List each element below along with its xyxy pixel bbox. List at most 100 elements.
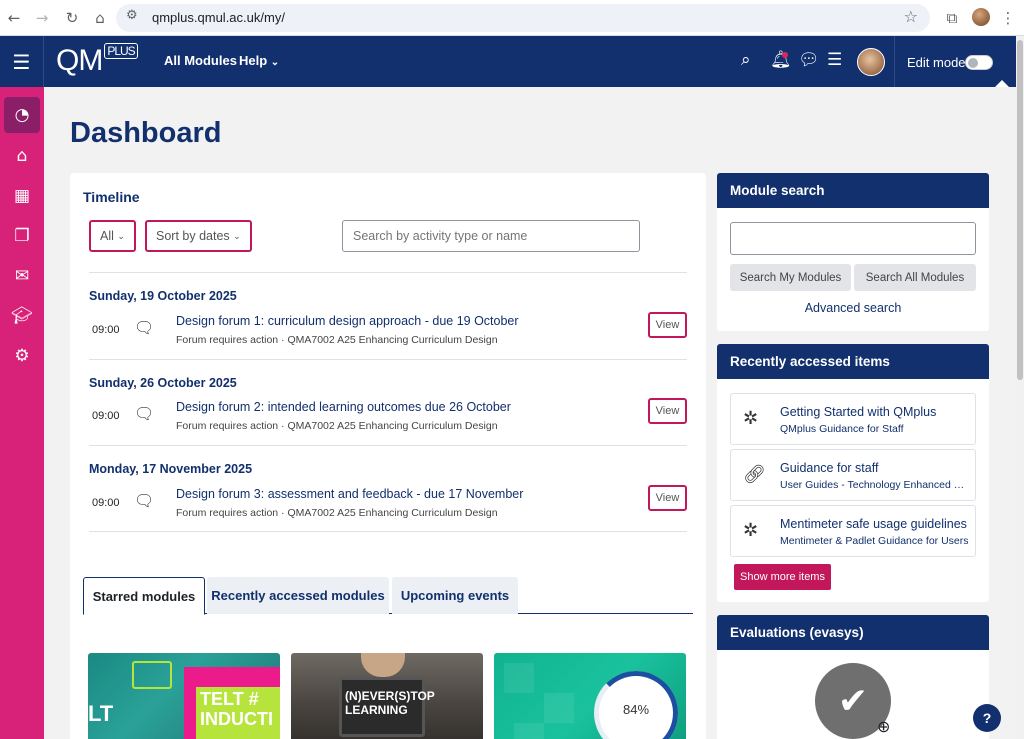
graduation-cap-icon[interactable]: 🎓︎ — [4, 298, 40, 334]
page-scrollbar[interactable] — [1016, 36, 1024, 739]
qmplus-logo[interactable]: QM PLUS — [56, 43, 138, 78]
hamburger-menu-icon[interactable]: ☰ — [0, 36, 44, 87]
back-icon[interactable]: ← — [4, 8, 24, 28]
hub-icon: ✲ — [743, 408, 759, 429]
messages-icon[interactable]: 💬︎ — [798, 50, 820, 70]
dashboard-icon[interactable]: ◔ — [4, 97, 40, 133]
search-icon[interactable]: ⌕ — [741, 50, 751, 70]
course-card-progress[interactable]: 84% — [494, 653, 686, 739]
module-search-heading: Module search — [717, 173, 989, 208]
divider — [89, 445, 687, 446]
sort-dropdown[interactable]: Sort by dates ⌄ — [145, 220, 252, 252]
event-subtitle: Forum requires action · QMA7002 A25 Enha… — [176, 420, 498, 432]
list-icon[interactable]: ☰ — [827, 50, 842, 70]
pattern-tile — [544, 693, 574, 723]
browser-toolbar: ← → ↻ ⌂ ⚙ qmplus.qmul.ac.uk/my/ ☆ ⧉ ⋮ — [0, 0, 1024, 36]
pattern-tile — [504, 663, 534, 693]
course-image-label: TELT # INDUCTI — [200, 689, 273, 729]
forward-icon[interactable]: → — [32, 8, 52, 28]
content-bank-icon[interactable]: ❐ — [4, 218, 40, 254]
recent-item[interactable]: ✲ Mentimeter safe usage guidelines Menti… — [730, 505, 976, 557]
divider — [89, 531, 687, 532]
help-button[interactable]: ? — [973, 704, 1001, 732]
drawer-caret — [995, 80, 1009, 87]
settings-icon[interactable]: ⚙ — [4, 338, 40, 374]
url-text: qmplus.qmul.ac.uk/my/ — [152, 10, 285, 25]
site-settings-icon[interactable]: ⚙ — [126, 8, 138, 23]
profile-avatar[interactable] — [972, 8, 990, 26]
inbox-icon[interactable]: ✉ — [4, 258, 40, 294]
link-icon: 🔗︎ — [743, 464, 766, 485]
left-rail: ◔ ⌂ ▦ ❐ ✉ 🎓︎ ⚙ — [0, 87, 44, 739]
module-search-body: Search My Modules Search All Modules Adv… — [717, 208, 989, 331]
view-button[interactable]: View — [648, 398, 687, 424]
course-card-never-stop-learning[interactable]: (N)EVER(S)TOP LEARNING — [291, 653, 483, 739]
event-time: 09:00 — [92, 497, 120, 509]
event-time: 09:00 — [92, 410, 120, 422]
event-link[interactable]: Design forum 1: curriculum design approa… — [176, 314, 519, 328]
reload-icon[interactable]: ↻ — [62, 8, 82, 28]
recently-accessed-heading: Recently accessed items — [717, 344, 989, 379]
edit-mode-toggle[interactable] — [965, 55, 993, 70]
recent-item-subtitle: QMplus Guidance for Staff — [780, 423, 904, 435]
view-button[interactable]: View — [648, 312, 687, 338]
timeline-search-input[interactable] — [342, 220, 640, 252]
progress-ring: 84% — [594, 671, 678, 739]
timeline-date: Sunday, 26 October 2025 — [89, 376, 237, 390]
user-avatar[interactable] — [857, 48, 885, 76]
timeline-date: Monday, 17 November 2025 — [89, 462, 253, 476]
forum-icon: 🗨︎ — [134, 318, 155, 337]
top-navbar: ☰ QM PLUS All Modules Help ⌄ ⌕ 🔔︎ 💬︎ ☰ Ed… — [0, 36, 1016, 87]
filter-all-label: All — [100, 229, 114, 243]
menu-icon[interactable]: ⋮ — [998, 8, 1018, 28]
module-search-input[interactable] — [730, 222, 976, 255]
search-my-modules-button[interactable]: Search My Modules — [730, 264, 851, 291]
zoom-icon[interactable]: ⊕ — [877, 717, 890, 736]
divider — [89, 272, 687, 273]
course-image-text: LT — [88, 701, 114, 726]
show-more-items-button[interactable]: Show more items — [734, 564, 831, 590]
home-icon[interactable]: ⌂ — [4, 138, 40, 174]
tab-recently-accessed-modules[interactable]: Recently accessed modules — [207, 577, 389, 614]
bookmark-star-icon[interactable]: ☆ — [904, 7, 918, 26]
search-all-modules-button[interactable]: Search All Modules — [854, 264, 976, 291]
page-title: Dashboard — [70, 117, 222, 149]
hub-icon: ✲ — [743, 520, 759, 541]
toggle-knob — [968, 58, 978, 68]
chevron-down-icon: ⌄ — [233, 230, 241, 241]
recent-item[interactable]: 🔗︎ Guidance for staff User Guides - Tech… — [730, 449, 976, 501]
help-label: Help — [239, 53, 268, 68]
calendar-icon[interactable]: ▦ — [4, 178, 40, 214]
timeline-date: Sunday, 19 October 2025 — [89, 289, 237, 303]
evaluations-block: Evaluations (evasys) ✔ ⊕ — [717, 615, 989, 739]
pattern-tile — [514, 723, 544, 739]
recent-item-subtitle: Mentimeter & Padlet Guidance for Users — [780, 535, 969, 547]
event-time: 09:00 — [92, 324, 120, 336]
tab-upcoming-events[interactable]: Upcoming events — [392, 577, 518, 614]
recent-item[interactable]: ✲ Getting Started with QMplus QMplus Gui… — [730, 393, 976, 445]
advanced-search-link[interactable]: Advanced search — [717, 301, 989, 315]
tab-starred-modules[interactable]: Starred modules — [83, 577, 205, 615]
recent-item-title: Guidance for staff — [780, 461, 879, 475]
notification-bell-icon[interactable]: 🔔︎ — [770, 50, 792, 70]
event-subtitle: Forum requires action · QMA7002 A25 Enha… — [176, 334, 498, 346]
scrollbar-thumb[interactable] — [1017, 40, 1023, 380]
chevron-down-icon: ⌄ — [270, 57, 280, 68]
course-card-telt[interactable]: LT TELT # INDUCTI — [88, 653, 280, 739]
page-content: Dashboard Timeline All ⌄ Sort by dates ⌄… — [44, 87, 1016, 739]
edit-mode-label: Edit mode — [907, 55, 966, 70]
extensions-icon[interactable]: ⧉ — [942, 8, 962, 28]
forum-icon: 🗨︎ — [134, 404, 155, 423]
address-bar[interactable]: ⚙ qmplus.qmul.ac.uk/my/ ☆ — [116, 4, 930, 32]
sort-label: Sort by dates — [156, 229, 230, 243]
event-link[interactable]: Design forum 2: intended learning outcom… — [176, 400, 511, 414]
home-icon[interactable]: ⌂ — [90, 8, 110, 28]
event-link[interactable]: Design forum 3: assessment and feedback … — [176, 487, 523, 501]
view-button[interactable]: View — [648, 485, 687, 511]
filter-all-dropdown[interactable]: All ⌄ — [89, 220, 136, 252]
course-image-label: (N)EVER(S)TOP LEARNING — [345, 689, 435, 717]
speech-bubble-graphic — [132, 661, 172, 689]
progress-label: 84% — [622, 702, 650, 717]
all-modules-link[interactable]: All Modules — [164, 53, 237, 68]
help-menu[interactable]: Help ⌄ — [239, 53, 279, 68]
